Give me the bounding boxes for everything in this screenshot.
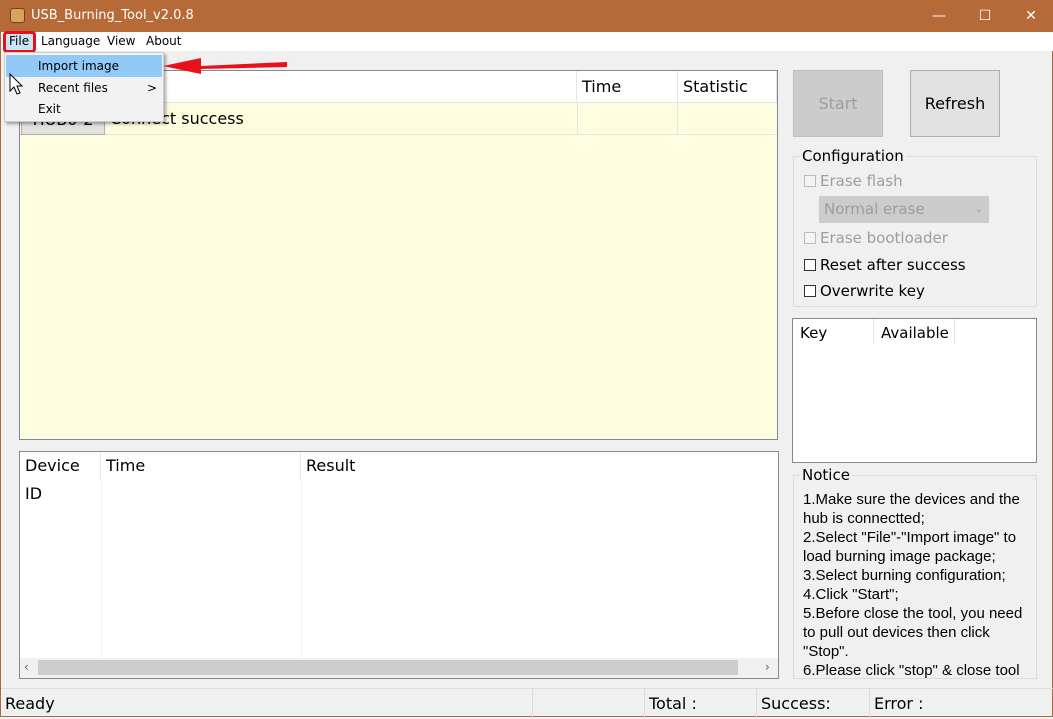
notice-text: 1.Make sure the devices and the hub is c… <box>803 490 1038 680</box>
erase-flash-checkbox[interactable]: Erase flash <box>804 172 903 190</box>
title-bar: USB_Burning_Tool_v2.0.8 — ☐ ✕ <box>1 1 1053 32</box>
status-success: Success: <box>757 689 870 719</box>
log-table-header: Device ID Time Result <box>20 452 778 503</box>
menu-language[interactable]: Language <box>41 34 100 48</box>
refresh-button[interactable]: Refresh <box>910 70 1000 137</box>
notice-line: 4.Click "Start"; <box>803 586 899 603</box>
time-cell <box>577 103 678 135</box>
column-time: Time <box>101 452 301 480</box>
menu-view[interactable]: View <box>107 34 135 48</box>
status-total: Total : <box>645 689 757 719</box>
status-text: Ready <box>1 689 533 719</box>
column-time: Time <box>577 71 678 103</box>
status-error: Error : <box>874 694 924 713</box>
start-button[interactable]: Start <box>793 70 883 137</box>
app-icon <box>10 8 25 23</box>
notice-line: 5.Before close the tool, you need to pul… <box>803 605 1023 660</box>
scrollbar-thumb[interactable] <box>38 660 738 675</box>
menu-item-import-image[interactable]: Import image <box>6 55 162 77</box>
menu-item-exit[interactable]: Exit <box>6 98 162 120</box>
menu-about[interactable]: About <box>146 34 181 48</box>
status-empty <box>533 689 645 719</box>
overwrite-key-checkbox[interactable]: Overwrite key <box>804 282 925 300</box>
menu-item-recent-files[interactable]: Recent files > <box>6 77 162 99</box>
reset-after-success-checkbox[interactable]: Reset after success <box>804 256 966 274</box>
scroll-right-icon[interactable]: › <box>765 660 770 674</box>
menu-file[interactable]: File <box>9 34 29 48</box>
device-table: Time Statistic HUB0-2 Connect success <box>19 70 778 440</box>
notice-line: 1.Make sure the devices and the hub is c… <box>803 491 1020 527</box>
column-statistic: Statistic <box>678 71 777 103</box>
configuration-title: Configuration <box>800 147 906 165</box>
chevron-down-icon: ⌄ <box>974 204 983 215</box>
column-key: Key <box>800 324 828 342</box>
notice-title: Notice <box>800 466 852 484</box>
notice-line: 6.Please click "stop" & close tool <box>803 662 1020 679</box>
minimize-button[interactable]: — <box>916 1 962 32</box>
configuration-group: Configuration Erase flash Normal erase ⌄ … <box>793 147 1037 307</box>
notice-line: 3.Select burning configuration; <box>803 567 1006 584</box>
key-table: Key Available <box>792 318 1037 463</box>
annotation-arrow-icon <box>163 58 287 74</box>
status-bar: Ready Total : Success: Error : <box>1 688 1053 719</box>
maximize-button[interactable]: ☐ <box>962 1 1008 32</box>
log-table: Device ID Time Result ‹ › <box>19 451 779 679</box>
mouse-cursor-icon <box>9 73 24 95</box>
notice-line: 2.Select "File"-"Import image" to load b… <box>803 529 1017 565</box>
notice-group: Notice 1.Make sure the devices and the h… <box>793 466 1038 680</box>
scroll-left-icon[interactable]: ‹ <box>24 660 29 674</box>
column-result: Result <box>306 456 356 475</box>
erase-mode-select[interactable]: Normal erase ⌄ <box>819 196 989 223</box>
file-dropdown-menu: Import image Recent files > Exit <box>4 52 164 122</box>
column-device-id: Device ID <box>20 452 101 503</box>
column-available: Available <box>873 319 955 344</box>
window-title: USB_Burning_Tool_v2.0.8 <box>31 8 194 23</box>
horizontal-scrollbar[interactable]: ‹ › <box>20 658 778 678</box>
submenu-arrow-icon: > <box>147 81 158 95</box>
erase-bootloader-checkbox[interactable]: Erase bootloader <box>804 229 948 247</box>
close-button[interactable]: ✕ <box>1008 1 1053 32</box>
